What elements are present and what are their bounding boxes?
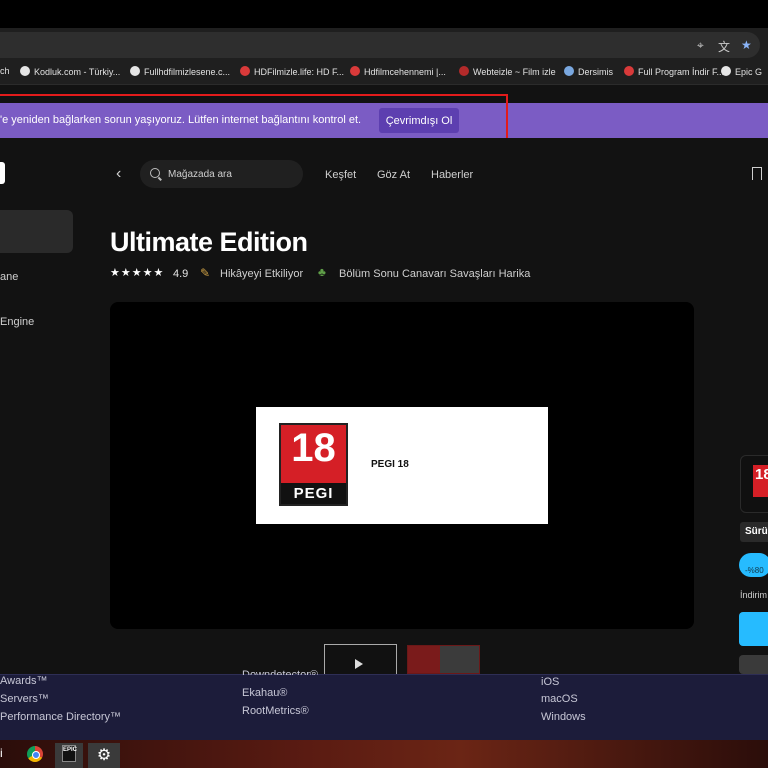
footer-link[interactable]: macOS [541, 693, 578, 705]
epic-logo-icon[interactable] [0, 162, 5, 184]
right-pegi-number: 18 [755, 466, 768, 483]
pegi-number: 18 [291, 426, 336, 470]
bookmark-favicon-icon [240, 66, 250, 76]
bookmark-favicon-icon [459, 66, 469, 76]
footer-link[interactable]: Awards™ [0, 675, 47, 687]
rating-stars-icon: ★★★★★ [110, 267, 165, 279]
footer-link[interactable]: iOS [541, 676, 559, 688]
bookmark-item[interactable]: Kodluk.com - Türkiy... [20, 66, 120, 77]
settings-gear-icon[interactable]: ⚙ [88, 743, 120, 768]
nav-link-browse[interactable]: Göz At [377, 169, 410, 181]
chrome-icon[interactable] [27, 746, 43, 762]
sidebar-item-active[interactable] [0, 210, 73, 253]
bookmark-item[interactable]: Full Program İndir F... [624, 66, 724, 77]
bookmark-item[interactable]: Hdfilmcehennemi |... [350, 66, 446, 77]
dinosaur-icon: ♣ [318, 265, 326, 279]
bookmark-item[interactable]: HDFilmizle.life: HD F... [240, 66, 344, 77]
sidebar-item-label[interactable]: Engine [0, 316, 34, 328]
nav-link-discover[interactable]: Keşfet [325, 169, 356, 181]
bookmark-item[interactable]: Webteizle ~ Film izle [459, 66, 556, 77]
bookmark-favicon-icon [564, 66, 574, 76]
media-thumbnail-image[interactable] [407, 645, 480, 674]
window-titlebar [0, 0, 768, 28]
page-title: Ultimate Edition [110, 227, 308, 257]
footer-link[interactable]: Servers™ [0, 693, 49, 705]
buy-button[interactable] [739, 612, 768, 646]
pencil-icon: ✎ [200, 266, 211, 280]
bookmark-favicon-icon [350, 66, 360, 76]
footer-link[interactable]: Performance Directory™ [0, 711, 121, 723]
pegi-word: PEGI [293, 485, 334, 502]
footer-link[interactable]: RootMetrics® [242, 705, 309, 717]
bookmark-item[interactable]: ch [0, 66, 10, 76]
footer-link[interactable]: Windows [541, 711, 586, 723]
nav-link-news[interactable]: Haberler [431, 169, 473, 181]
play-icon [355, 659, 363, 669]
epic-games-icon: EPIC [62, 745, 77, 762]
search-placeholder: Mağazada ara [168, 169, 232, 180]
address-bar[interactable] [0, 32, 760, 58]
add-to-cart-button[interactable] [739, 655, 768, 674]
bookmark-favicon-icon [624, 66, 634, 76]
wishlist-bookmark-icon[interactable] [752, 167, 762, 180]
tag-boss-fights: Bölüm Sonu Canavarı Savaşları Harika [339, 268, 531, 280]
tag-story: Hikâyeyi Etkiliyor [220, 268, 304, 280]
search-icon [150, 168, 160, 178]
rating-value: 4.9 [173, 268, 189, 280]
bookmark-item[interactable]: Epic G [721, 66, 762, 77]
bookmark-favicon-icon [721, 66, 731, 76]
bookmark-favicon-icon [130, 66, 140, 76]
footer-link[interactable]: Downdetector® [242, 669, 318, 675]
footer [0, 674, 768, 741]
version-tab-label: Sürü [745, 526, 768, 537]
taskbar-edge-glyph: i [0, 746, 3, 760]
back-chevron-icon[interactable]: ‹ [116, 165, 121, 183]
translate-icon[interactable]: 文 [718, 38, 730, 55]
star-icon[interactable]: ★ [741, 38, 752, 52]
sidebar-item-label[interactable]: ane [0, 271, 18, 283]
discount-value: -%80 [745, 566, 764, 575]
bookmark-item[interactable]: Dersimis [564, 66, 613, 77]
discount-label: İndirim [740, 590, 768, 600]
bookmark-item[interactable]: Fullhdfilmizlesene.c... [130, 66, 230, 77]
bookmark-favicon-icon [20, 66, 30, 76]
location-pin-icon[interactable]: ⌖ [697, 38, 704, 53]
pegi-label: PEGI 18 [371, 459, 409, 470]
footer-link[interactable]: Ekahau® [242, 687, 287, 699]
